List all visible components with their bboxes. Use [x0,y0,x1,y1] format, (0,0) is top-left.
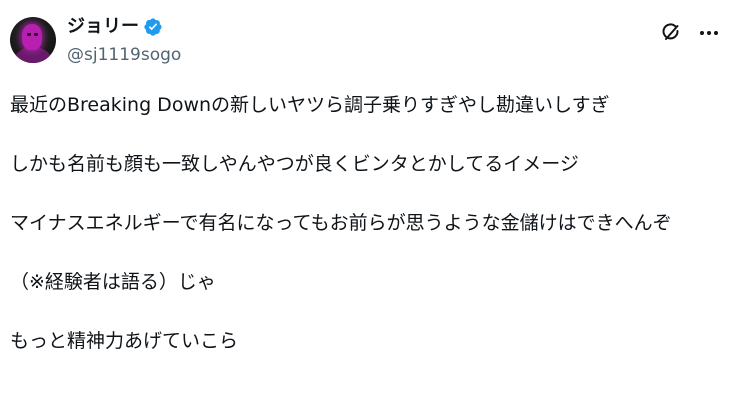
tweet-line-3: マイナスエネルギーで有名になってもお前らが思うような金儲けはできへんぞ [10,212,672,234]
tweet-line-2: しかも名前も顔も一致しやんやつが良くビンタとかしてるイメージ [10,153,579,175]
verified-badge-icon[interactable] [143,17,163,37]
avatar-face-shape [22,24,42,50]
author-name-row: ジョリー [67,14,163,40]
author-display-name[interactable]: ジョリー [67,14,139,40]
tweet-line-5: もっと精神力あげていこら [10,330,239,352]
tweet-header: ジョリー @sj1119sogo [0,0,739,80]
more-options-icon[interactable] [697,22,721,44]
grok-icon[interactable] [660,22,682,44]
avatar-eye-right [34,33,38,36]
avatar[interactable] [10,17,56,63]
author-handle[interactable]: @sj1119sogo [67,44,181,66]
avatar-eye-left [27,33,31,36]
tweet-line-1: 最近のBreaking Downの新しいヤツら調子乗りすぎやし勘違いしすぎ [10,94,610,116]
tweet-line-4: （※経験者は語る）じゃ [10,271,216,293]
tweet-text: 最近のBreaking Downの新しいヤツら調子乗りすぎやし勘違いしすぎ しか… [10,90,725,356]
